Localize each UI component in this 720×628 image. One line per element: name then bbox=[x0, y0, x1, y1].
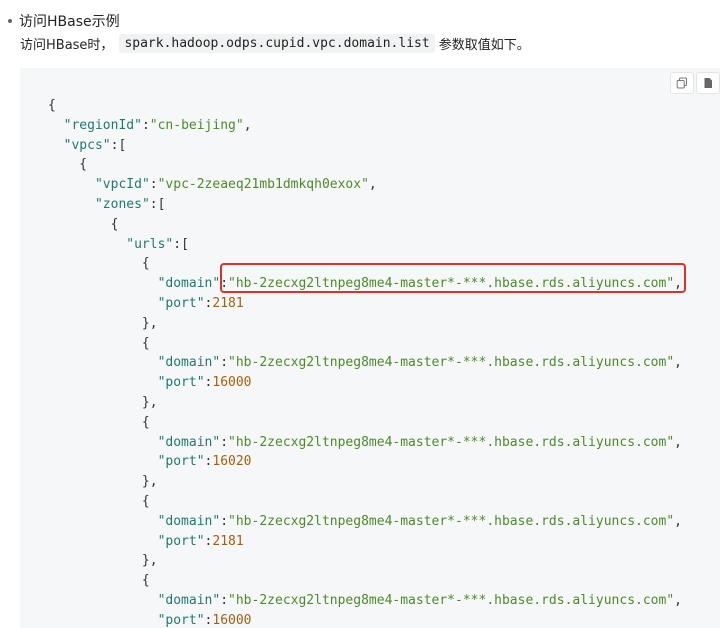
port-value: 16020 bbox=[212, 454, 252, 470]
port-value: 16000 bbox=[212, 612, 252, 628]
port-value: 2181 bbox=[212, 295, 244, 311]
description-prefix: 访问HBase时， bbox=[20, 38, 114, 53]
code-content: { "regionId":"cn-beijing", "vpcs":[ { "v… bbox=[48, 98, 682, 628]
bullet-icon bbox=[8, 19, 12, 23]
inline-code-param: spark.hadoop.odps.cupid.vpc.domain.list bbox=[119, 34, 435, 53]
section-title: 访问HBase示例 bbox=[19, 14, 120, 30]
section-heading: 访问HBase示例 bbox=[8, 11, 120, 31]
description-suffix: 参数取值如下。 bbox=[438, 38, 530, 53]
port-value: 16000 bbox=[212, 375, 252, 391]
file-icon[interactable] bbox=[696, 72, 720, 94]
copy-icon[interactable] bbox=[670, 72, 694, 94]
port-value: 2181 bbox=[212, 533, 244, 549]
domain-value: "hb-2zecxg2ltnpeg8me4-master*-***.hbase.… bbox=[228, 592, 675, 608]
code-block: { "regionId":"cn-beijing", "vpcs":[ { "v… bbox=[20, 68, 720, 628]
code-toolbar bbox=[670, 72, 720, 94]
section-description: 访问HBase时， spark.hadoop.odps.cupid.vpc.do… bbox=[20, 34, 530, 53]
domain-value: "hb-2zecxg2ltnpeg8me4-master*-***.hbase.… bbox=[228, 355, 675, 371]
domain-value: "hb-2zecxg2ltnpeg8me4-master*-***.hbase.… bbox=[228, 513, 675, 529]
highlight-box bbox=[220, 263, 686, 293]
domain-value: "hb-2zecxg2ltnpeg8me4-master*-***.hbase.… bbox=[228, 434, 675, 450]
